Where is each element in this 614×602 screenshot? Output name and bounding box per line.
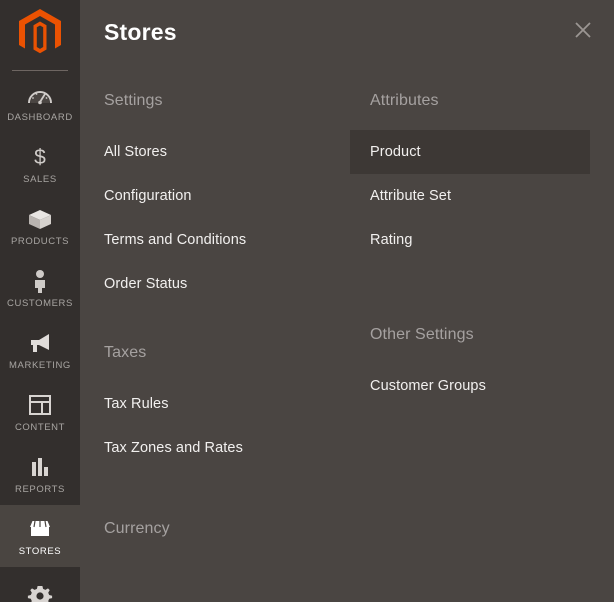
sidebar-item-dashboard[interactable]: DASHBOARD: [0, 71, 80, 133]
sidebar-item-label: CONTENT: [14, 421, 66, 433]
person-icon: [31, 268, 49, 294]
gear-icon: [27, 583, 53, 602]
group-heading: Other Settings: [370, 326, 474, 343]
panel-header: Stores: [80, 0, 614, 64]
bar-chart-icon: [28, 454, 52, 480]
menu-link-tax-zones-and-rates[interactable]: Tax Zones and Rates: [104, 426, 350, 470]
menu-group-attributes: Attributes Product Attribute Set Rating: [350, 86, 600, 262]
magento-admin-stores-menu: DASHBOARD $ SALES PRODUCTS CUSTOMERS MAR…: [0, 0, 614, 602]
sidebar-item-label: SALES: [23, 173, 57, 185]
menu-columns: Settings All Stores Configuration Terms …: [80, 64, 614, 558]
dollar-icon: $: [30, 144, 50, 170]
menu-group-taxes: Taxes Tax Rules Tax Zones and Rates: [104, 338, 350, 470]
sidebar-item-label: REPORTS: [15, 483, 65, 495]
sidebar-item-label: CUSTOMERS: [7, 297, 73, 309]
menu-group-currency: Currency: [104, 514, 350, 544]
sidebar-item-reports[interactable]: REPORTS: [0, 443, 80, 505]
menu-link-tax-rules[interactable]: Tax Rules: [104, 382, 350, 426]
menu-column-right: Attributes Product Attribute Set Rating …: [350, 86, 600, 558]
close-icon[interactable]: [566, 13, 600, 47]
sidebar-item-customers[interactable]: CUSTOMERS: [0, 257, 80, 319]
sidebar-item-marketing[interactable]: MARKETING: [0, 319, 80, 381]
sidebar-item-products[interactable]: PRODUCTS: [0, 195, 80, 257]
stores-menu-panel: Stores Settings All Stores Configuration…: [80, 0, 614, 602]
menu-link-attribute-set[interactable]: Attribute Set: [350, 174, 600, 218]
gauge-icon: [27, 82, 53, 108]
menu-link-rating[interactable]: Rating: [350, 218, 600, 262]
page-title: Stores: [104, 18, 177, 45]
menu-link-configuration[interactable]: Configuration: [104, 174, 350, 218]
menu-link-all-stores[interactable]: All Stores: [104, 130, 350, 174]
magento-logo[interactable]: [0, 0, 80, 64]
admin-sidebar: DASHBOARD $ SALES PRODUCTS CUSTOMERS MAR…: [0, 0, 80, 602]
menu-link-terms-and-conditions[interactable]: Terms and Conditions: [104, 218, 350, 262]
group-heading: Attributes: [370, 92, 439, 109]
sidebar-item-content[interactable]: CONTENT: [0, 381, 80, 443]
svg-text:$: $: [34, 146, 46, 169]
storefront-icon: [27, 516, 53, 542]
menu-link-order-status[interactable]: Order Status: [104, 262, 350, 306]
group-heading: Taxes: [104, 344, 147, 361]
magento-logo-icon: [19, 9, 61, 54]
menu-group-settings: Settings All Stores Configuration Terms …: [104, 86, 350, 306]
menu-column-left: Settings All Stores Configuration Terms …: [80, 86, 350, 558]
sidebar-item-label: STORES: [18, 545, 62, 557]
group-heading: Settings: [104, 92, 163, 109]
menu-link-customer-groups[interactable]: Customer Groups: [350, 364, 600, 408]
menu-link-product[interactable]: Product: [350, 130, 590, 174]
sidebar-item-system[interactable]: [0, 567, 80, 602]
menu-group-other-settings: Other Settings Customer Groups: [350, 320, 600, 408]
sidebar-item-label: PRODUCTS: [10, 235, 70, 247]
sidebar-item-sales[interactable]: $ SALES: [0, 133, 80, 195]
group-heading: Currency: [104, 520, 170, 537]
sidebar-item-stores[interactable]: STORES: [0, 505, 80, 567]
megaphone-icon: [27, 330, 53, 356]
sidebar-item-label: DASHBOARD: [7, 111, 73, 123]
box-icon: [27, 206, 53, 232]
sidebar-item-label: MARKETING: [9, 359, 71, 371]
layout-icon: [28, 392, 52, 418]
